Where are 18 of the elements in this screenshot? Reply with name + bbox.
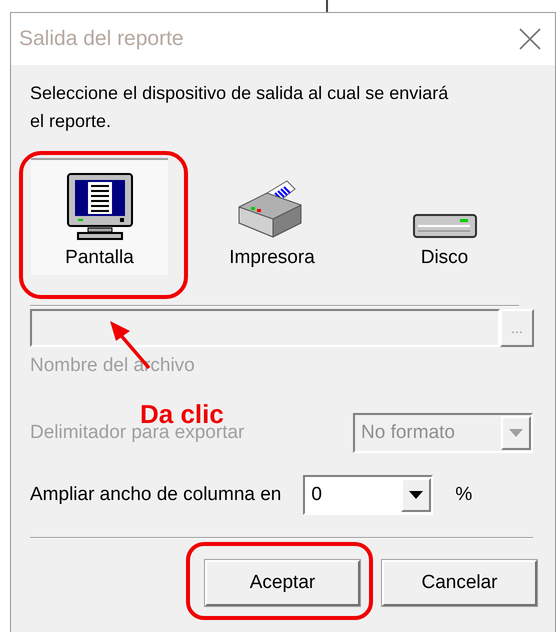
field-label: Nombre del archivo xyxy=(30,355,196,377)
dropdown-arrow-icon xyxy=(409,491,424,499)
device-button[interactable]: Impresora xyxy=(204,158,340,275)
dropdown-button[interactable] xyxy=(401,478,432,512)
dialog-button[interactable]: Cancelar xyxy=(382,560,537,606)
dropdown-value: No formato xyxy=(361,422,455,444)
dropdown-arrow-icon xyxy=(509,429,523,437)
instruction-text: Seleccione el dispositivo de salida al cual se enviará el reporte. xyxy=(30,82,450,133)
device-button[interactable]: Pantalla xyxy=(31,158,168,275)
device-button[interactable]: Disco xyxy=(376,158,513,275)
unit-label: % xyxy=(455,484,472,506)
field-label: Ampliar ancho de columna en xyxy=(30,484,282,506)
column-width-dropdown[interactable]: 0 xyxy=(303,475,434,515)
window-title: Salida del reporte xyxy=(19,27,184,51)
monitor-icon xyxy=(66,173,134,241)
dropdown-value: 0 xyxy=(311,484,322,506)
dialog-button[interactable]: Aceptar xyxy=(205,560,360,606)
close-icon[interactable] xyxy=(519,28,541,50)
